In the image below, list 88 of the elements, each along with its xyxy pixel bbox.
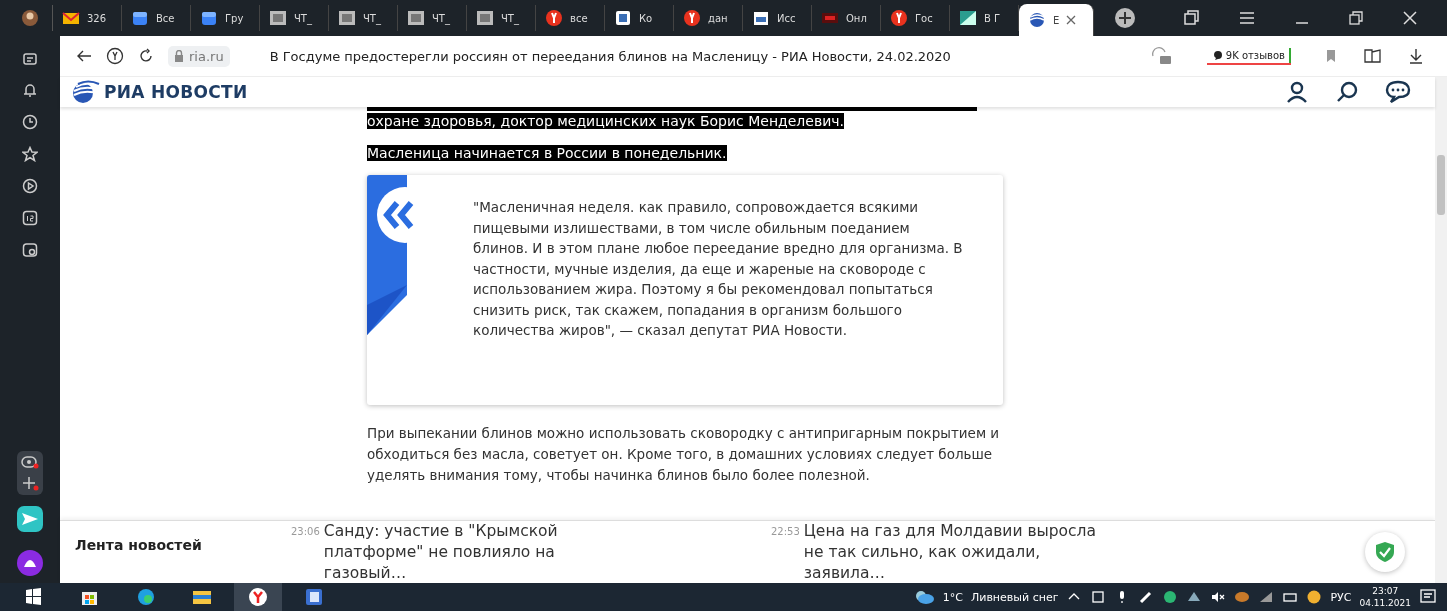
send-app-icon[interactable] [16, 505, 44, 533]
chat-icon[interactable] [1385, 80, 1411, 104]
user-icon[interactable] [1285, 80, 1309, 104]
temperature: 1°C [942, 590, 963, 604]
weather-condition: Ливневый снег [970, 590, 1059, 604]
news-time: 22:53 [771, 525, 800, 537]
news-time: 23:06 [291, 525, 320, 537]
browser-tab[interactable]: Исс [743, 5, 812, 31]
app-tray-icon[interactable] [1234, 589, 1251, 605]
menu-icon[interactable] [1239, 11, 1255, 25]
windows-icon[interactable] [24, 587, 44, 607]
language-indicator[interactable]: РУС [1330, 590, 1352, 604]
edge-icon[interactable] [136, 587, 156, 607]
photo-icon [338, 9, 356, 27]
browser-tab[interactable]: дан [674, 5, 743, 31]
bookmark-icon[interactable] [1325, 49, 1337, 63]
quote-text: "Масленичная неделя. как правило, сопровождается всякими пищевыми излишествами, в том числе обильным поеданием блинов. И в этом плане любое переедание вредно для организма. В частности, мучные изделия, да еще и жареные на сковороде с использованием жира. Поэтому я бы рекомендовал попытаться снизить риск, так скажем, попадания в организм большого количества жиров", — сказал депутат РИА Новости. [473, 198, 963, 340]
close-icon[interactable] [1066, 15, 1077, 25]
site-logo[interactable]: РИА НОВОСТИ [104, 82, 248, 102]
person-icon [21, 9, 39, 27]
scrollbar-thumb[interactable] [1437, 155, 1445, 215]
lock-icon [174, 50, 184, 62]
scrollbar[interactable] [1435, 77, 1447, 583]
article-paragraph: При выпекании блинов можно использовать сковородку с антипригарным покрытием и обходиться без масла, советует он. Кроме того, в домашних условиях следует больше уделять внимания тому, чтобы начинка блинов было более полезной. [367, 425, 1000, 483]
browser-tab[interactable]: 326 [53, 5, 122, 31]
mail-icon [62, 9, 80, 27]
browser-tab[interactable]: Ко [605, 5, 674, 31]
browser-tab[interactable]: ЧТ_ [329, 5, 398, 31]
browser-tab[interactable]: ЧТ_ [260, 5, 329, 31]
browser-tab[interactable]: Все [122, 5, 191, 31]
reviews-badge[interactable]: 9K отзывов [1206, 47, 1291, 65]
yandex-icon [890, 9, 908, 27]
document-icon [614, 9, 632, 27]
play-icon[interactable] [22, 178, 38, 194]
shield-check-icon [1375, 541, 1395, 563]
document-icon[interactable] [304, 587, 324, 607]
back-icon[interactable] [76, 49, 92, 63]
browser-tab[interactable]: ЧТ_ [398, 5, 467, 31]
clock-time: 23:07 [1372, 585, 1399, 597]
image-icon [959, 9, 977, 27]
cube-icon [131, 9, 149, 27]
toolbox-icon [752, 9, 770, 27]
browser-tab[interactable]: ЧТ_ [467, 5, 536, 31]
notification-icon[interactable] [1419, 588, 1437, 606]
news-feed-title[interactable]: Лента новостей [75, 537, 291, 553]
assistant-icon[interactable] [16, 549, 44, 577]
star-icon[interactable] [22, 146, 38, 162]
cube-icon [200, 9, 218, 27]
reader-icon[interactable] [1363, 48, 1383, 64]
page-title: В Госдуме предостерегли россиян от переедания блинов на Масленицу - РИА Новости, 24.02.2020 [269, 48, 952, 64]
article-paragraph: Масленица начинается в России в понедельник. [367, 145, 727, 161]
browser-tab[interactable]: В Г [950, 5, 1019, 31]
download-icon[interactable] [1409, 48, 1423, 64]
calendar-icon[interactable] [22, 210, 38, 226]
browser-tab[interactable]: Гру [191, 5, 260, 31]
tabs-icon[interactable] [1183, 10, 1199, 26]
new-tab-icon[interactable] [1114, 7, 1136, 29]
url-field[interactable]: ria.ru [168, 45, 230, 67]
protect-icon[interactable] [1150, 47, 1173, 65]
browser-tab[interactable]: Гос [881, 5, 950, 31]
security-button[interactable] [1365, 532, 1405, 572]
comment-icon [1212, 50, 1223, 60]
restore-icon[interactable] [1349, 11, 1363, 25]
article-paragraph: охране здоровья, доктор медицинских наук Борис Менделевич. [367, 113, 844, 129]
photo-icon [269, 9, 287, 27]
yandex-icon [683, 9, 701, 27]
yandex-browser-icon[interactable] [248, 587, 268, 607]
browser-tab[interactable]: все [536, 5, 605, 31]
tray-app-icon[interactable] [1306, 589, 1323, 605]
reload-icon[interactable] [138, 48, 154, 64]
globe-logo-icon [70, 80, 100, 104]
camera-icon[interactable] [22, 242, 38, 258]
bell-icon[interactable] [22, 82, 38, 98]
news-headline[interactable]: Цена на газ для Молдавии выросла не так сильно, как ожидали, заявила… [803, 520, 1104, 584]
search-icon[interactable] [1335, 80, 1359, 104]
browser-tab[interactable]: Онл [812, 5, 881, 31]
photo-icon [476, 9, 494, 27]
tabs-icon[interactable] [22, 50, 38, 66]
clock-date: 04.11.2021 [1359, 597, 1411, 609]
yandex-icon [545, 9, 563, 27]
photo-icon [407, 9, 425, 27]
globe-icon [1028, 11, 1046, 29]
clock-icon[interactable] [22, 114, 38, 130]
plus-icon[interactable] [21, 475, 39, 491]
news-headline[interactable]: Санду: участие в "Крымской платформе" не повлияло на газовый… [323, 520, 624, 584]
browser-tab[interactable]: Е [1019, 4, 1094, 36]
toggle-icon[interactable] [21, 455, 39, 469]
yandex-icon[interactable] [106, 47, 124, 65]
